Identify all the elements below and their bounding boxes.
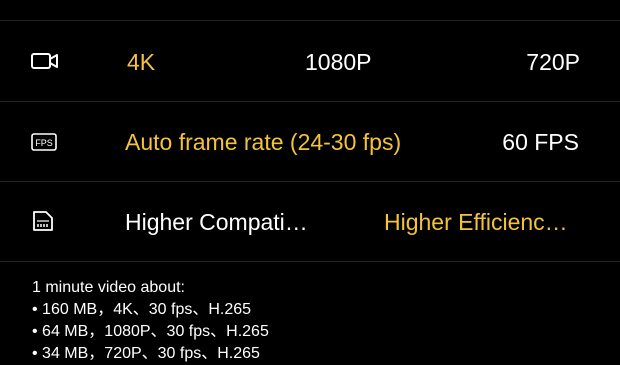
codec-icon <box>30 210 60 231</box>
fps-icon: FPS <box>30 132 60 152</box>
fps-icon-text: FPS <box>35 138 53 148</box>
video-camera-icon <box>30 51 60 71</box>
resolution-option-1080p[interactable]: 1080P <box>305 49 372 76</box>
info-heading: 1 minute video about: <box>32 279 185 296</box>
video-size-info: 1 minute video about: • 160 MB，4K、30 fps… <box>32 277 269 365</box>
frame-rate-option-60fps[interactable]: 60 FPS <box>502 129 579 156</box>
frame-rate-row: FPS Auto frame rate (24-30 fps) 60 FPS <box>0 102 620 181</box>
frame-rate-option-auto[interactable]: Auto frame rate (24-30 fps) <box>125 129 401 156</box>
info-line-720p: • 34 MB，720P、30 fps、H.265 <box>32 345 260 362</box>
info-line-4k: • 160 MB，4K、30 fps、H.265 <box>32 301 252 318</box>
codec-option-higher-compatibility[interactable]: Higher Compati… <box>125 209 308 236</box>
resolution-option-4k[interactable]: 4K <box>127 49 155 76</box>
codec-option-higher-efficiency[interactable]: Higher Efficienc… <box>384 209 568 236</box>
codec-row: Higher Compati… Higher Efficienc… <box>0 182 620 261</box>
resolution-row: 4K 1080P 720P <box>0 21 620 101</box>
info-line-1080p: • 64 MB，1080P、30 fps、H.265 <box>32 323 269 340</box>
resolution-option-720p[interactable]: 720P <box>526 49 580 76</box>
divider-3 <box>0 261 620 262</box>
